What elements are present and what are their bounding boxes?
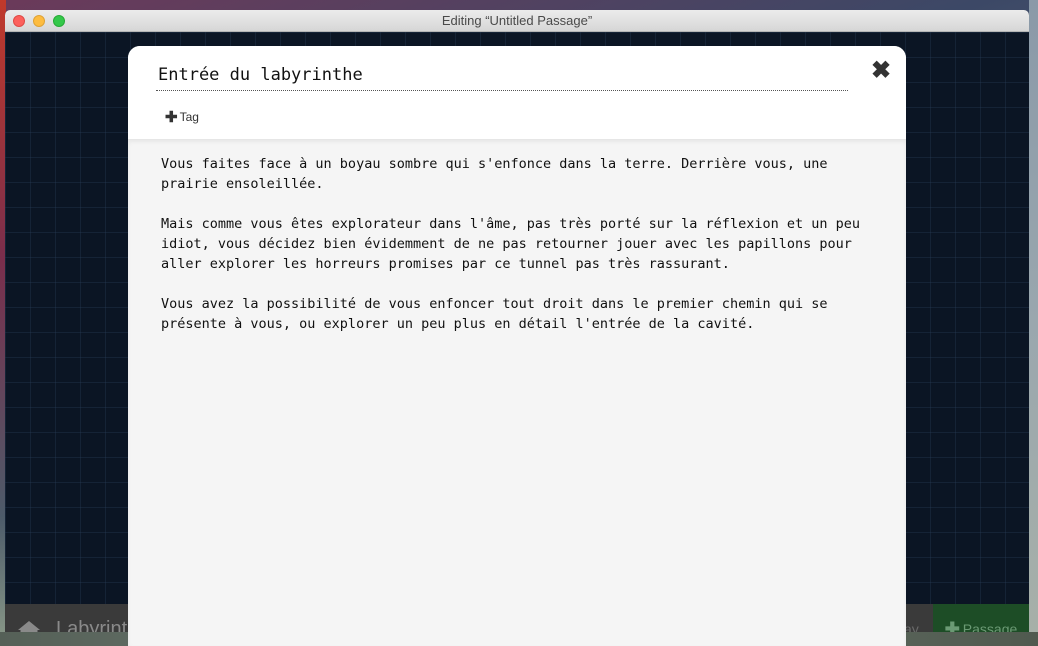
passage-editor-dialog: ✖ ✚ Tag Vous faites face à un boyau somb…	[128, 46, 906, 646]
add-passage-button[interactable]: ✚ Passage	[933, 604, 1029, 632]
add-tag-label: Tag	[179, 110, 199, 124]
passage-text[interactable]: Vous faites face à un boyau sombre qui s…	[161, 154, 873, 334]
passage-paragraph: Vous avez la possibilité de vous enfonce…	[161, 296, 836, 332]
passage-paragraph: Mais comme vous êtes explorateur dans l'…	[161, 216, 869, 272]
plus-icon: ✚	[944, 618, 960, 633]
add-tag-button[interactable]: ✚ Tag	[165, 108, 199, 126]
home-icon[interactable]	[17, 619, 41, 632]
close-icon[interactable]: ✖	[870, 59, 892, 83]
passage-editor-header: ✖ ✚ Tag	[128, 46, 906, 140]
desktop-wallpaper-right	[1029, 0, 1038, 646]
passage-text-editor[interactable]: Vous faites face à un boyau sombre qui s…	[128, 140, 906, 646]
add-passage-label: Passage	[962, 621, 1018, 632]
passage-name-input[interactable]	[156, 60, 848, 91]
play-button[interactable]: ay	[904, 621, 919, 632]
plus-icon: ✚	[165, 109, 178, 126]
window-title: Editing “Untitled Passage”	[441, 13, 593, 28]
title-bar[interactable]: Editing “Untitled Passage”	[5, 10, 1029, 32]
passage-paragraph: Vous faites face à un boyau sombre qui s…	[161, 156, 836, 192]
